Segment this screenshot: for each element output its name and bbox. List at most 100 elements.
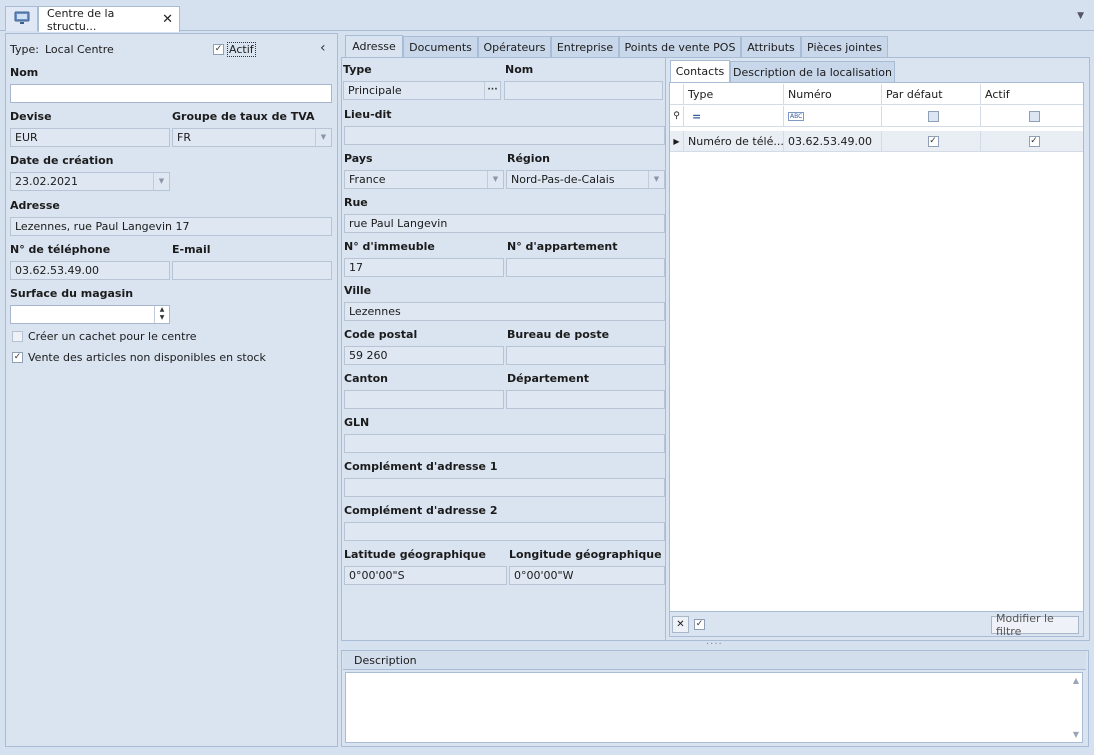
filter-row-indicator: ⚲ bbox=[670, 106, 684, 127]
date-label: Date de création bbox=[10, 154, 114, 167]
tab-documents[interactable]: Documents bbox=[403, 36, 478, 57]
surface-stepper[interactable]: ▲ ▼ bbox=[10, 305, 170, 324]
devise-field[interactable]: EUR bbox=[10, 128, 170, 147]
row-numero-cell[interactable]: 03.62.53.49.00 bbox=[784, 131, 882, 152]
tva-select[interactable]: FR ▼ bbox=[172, 128, 332, 147]
actif-label[interactable]: Actif bbox=[227, 42, 256, 57]
splitter-grip[interactable]: ···· bbox=[706, 639, 723, 650]
scroll-up-icon[interactable]: ▲ bbox=[1073, 676, 1079, 685]
home-tab[interactable] bbox=[5, 6, 38, 31]
tva-label: Groupe de taux de TVA bbox=[172, 110, 315, 123]
row-actif-checkbox[interactable]: ✓ bbox=[1028, 135, 1040, 147]
addr-nom-field[interactable] bbox=[504, 81, 663, 100]
cp-label: Code postal bbox=[344, 328, 418, 341]
row-actif-cell[interactable]: ✓ bbox=[981, 131, 1083, 152]
type-label: Type: bbox=[10, 43, 39, 56]
lieu-field[interactable] bbox=[344, 126, 665, 145]
filter-enabled-checkbox[interactable]: ✓ bbox=[694, 619, 705, 630]
date-select[interactable]: 23.02.2021 ▼ bbox=[10, 172, 170, 191]
scroll-down-icon[interactable]: ▼ bbox=[1073, 730, 1079, 739]
gln-field[interactable] bbox=[344, 434, 665, 453]
tel-field[interactable]: 03.62.53.49.00 bbox=[10, 261, 170, 280]
filter-numero-cell[interactable]: ABC bbox=[784, 106, 882, 127]
clear-filter-icon[interactable]: ✕ bbox=[672, 616, 689, 633]
filter-par-defaut-cell[interactable] bbox=[882, 106, 981, 127]
ellipsis-icon[interactable]: ··· bbox=[484, 82, 500, 99]
comp2-field[interactable] bbox=[344, 522, 665, 541]
tel-label: N° de téléphone bbox=[10, 243, 111, 256]
modifier-filtre-button[interactable]: Modifier le filtre bbox=[991, 612, 1079, 638]
bureau-field[interactable] bbox=[506, 346, 665, 365]
subtab-contacts[interactable]: Contacts bbox=[670, 60, 730, 82]
actif-checkbox[interactable]: ✓ bbox=[213, 44, 224, 55]
lon-field[interactable]: 0°00'00"W bbox=[509, 566, 665, 585]
ville-field[interactable]: Lezennes bbox=[344, 302, 665, 321]
nom-label: Nom bbox=[10, 66, 39, 79]
row-par-defaut-cell[interactable]: ✓ bbox=[882, 131, 981, 152]
subtab-description-localisation[interactable]: Description de la localisation bbox=[730, 61, 895, 82]
filter-par-defaut-checkbox[interactable] bbox=[927, 110, 939, 122]
adresse-field[interactable]: Lezennes, rue Paul Langevin 17 bbox=[10, 217, 332, 236]
filter-actif-cell[interactable] bbox=[981, 106, 1083, 127]
col-header-actif[interactable]: Actif bbox=[981, 84, 1083, 105]
col-header-type[interactable]: Type bbox=[684, 84, 784, 105]
chevron-down-icon[interactable]: ▼ bbox=[153, 173, 169, 190]
col-header-par-defaut[interactable]: Par défaut bbox=[882, 84, 981, 105]
cachet-checkbox[interactable] bbox=[12, 331, 23, 342]
row-par-defaut-checkbox[interactable]: ✓ bbox=[927, 135, 939, 147]
type-value: Local Centre bbox=[45, 43, 114, 56]
chevron-down-icon[interactable]: ▼ bbox=[648, 171, 664, 188]
region-select[interactable]: Nord-Pas-de-Calais ▼ bbox=[506, 170, 665, 189]
col-header-numero[interactable]: Numéro bbox=[784, 84, 882, 105]
pays-select[interactable]: France ▼ bbox=[344, 170, 504, 189]
document-tab[interactable]: Centre de la structu... ✕ bbox=[38, 6, 180, 33]
tva-value: FR bbox=[177, 131, 191, 144]
contacts-grid: Type Numéro Par défaut Actif ⚲ = ABC ▶ N… bbox=[669, 82, 1084, 612]
addr-type-label: Type bbox=[343, 63, 372, 76]
pin-icon: ⚲ bbox=[673, 111, 680, 121]
comp1-field[interactable] bbox=[344, 478, 665, 497]
chevron-down-icon[interactable]: ▼ bbox=[487, 171, 503, 188]
surface-label: Surface du magasin bbox=[10, 287, 134, 300]
dept-field[interactable] bbox=[506, 390, 665, 409]
tab-entreprise[interactable]: Entreprise bbox=[551, 36, 619, 57]
tab-menu-icon[interactable]: ▼ bbox=[1077, 11, 1084, 21]
lat-field[interactable]: 0°00'00"S bbox=[344, 566, 507, 585]
filter-type-cell[interactable]: = bbox=[684, 106, 784, 127]
filter-actif-checkbox[interactable] bbox=[1028, 110, 1040, 122]
canton-label: Canton bbox=[344, 372, 388, 385]
chevron-down-icon[interactable]: ▼ bbox=[315, 129, 331, 146]
date-value: 23.02.2021 bbox=[15, 175, 78, 188]
addr-type-select[interactable]: Principale ··· bbox=[343, 81, 501, 100]
bureau-label: Bureau de poste bbox=[507, 328, 610, 341]
vente-checkbox[interactable]: ✓ bbox=[12, 352, 23, 363]
addr-type-value: Principale bbox=[348, 84, 402, 97]
immeuble-label: N° d'immeuble bbox=[344, 240, 435, 253]
row-indicator[interactable]: ▶ bbox=[670, 131, 684, 152]
row-type-cell[interactable]: Numéro de télé... bbox=[684, 131, 784, 152]
tab-adresse[interactable]: Adresse bbox=[345, 35, 403, 57]
email-field[interactable] bbox=[172, 261, 332, 280]
region-value: Nord-Pas-de-Calais bbox=[511, 173, 615, 186]
dept-label: Département bbox=[507, 372, 590, 385]
equals-icon: = bbox=[692, 109, 702, 123]
description-textarea[interactable]: ▲ ▼ bbox=[345, 672, 1083, 743]
close-icon[interactable]: ✕ bbox=[162, 12, 173, 27]
pays-label: Pays bbox=[344, 152, 373, 165]
description-label: Description bbox=[343, 651, 1086, 670]
nom-input[interactable] bbox=[10, 84, 332, 103]
collapse-icon[interactable]: ‹ bbox=[320, 40, 326, 56]
canton-field[interactable] bbox=[344, 390, 504, 409]
appart-field[interactable] bbox=[506, 258, 665, 277]
comp1-label: Complément d'adresse 1 bbox=[344, 460, 498, 473]
immeuble-field[interactable]: 17 bbox=[344, 258, 504, 277]
adresse-label: Adresse bbox=[10, 199, 60, 212]
tab-pieces-jointes[interactable]: Pièces jointes bbox=[801, 36, 888, 57]
rue-field[interactable]: rue Paul Langevin bbox=[344, 214, 665, 233]
tab-attributs[interactable]: Attributs bbox=[741, 36, 801, 57]
cp-field[interactable]: 59 260 bbox=[344, 346, 504, 365]
spin-icon[interactable]: ▲ ▼ bbox=[154, 306, 169, 323]
tab-operateurs[interactable]: Opérateurs bbox=[478, 36, 551, 57]
appart-label: N° d'appartement bbox=[507, 240, 618, 253]
tab-points-de-vente[interactable]: Points de vente POS bbox=[619, 36, 741, 57]
